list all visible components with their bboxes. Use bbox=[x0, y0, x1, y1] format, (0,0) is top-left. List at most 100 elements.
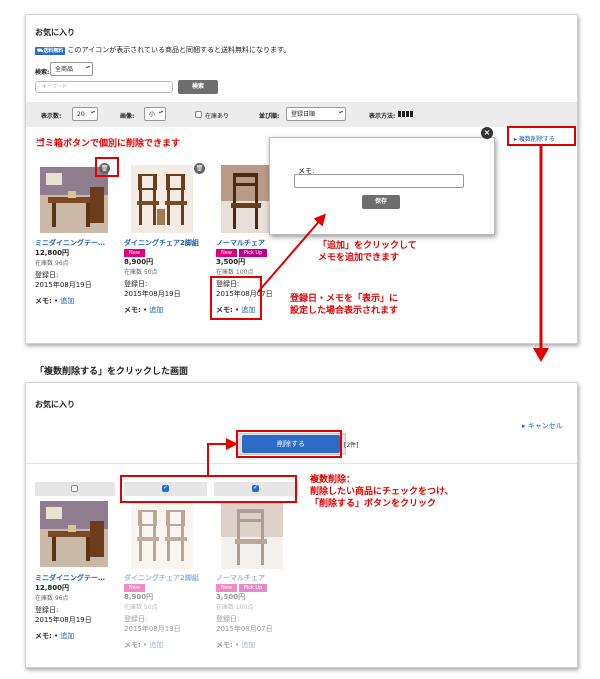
product-photo-normal-chair bbox=[221, 501, 283, 569]
product-price: 3,500円 bbox=[216, 258, 246, 266]
image-size-select[interactable]: 小 bbox=[144, 107, 166, 121]
in-stock-checkbox[interactable] bbox=[195, 111, 202, 118]
shipping-note-row: ⛟送料無料 このアイコンが表示されている商品と同梱すると送料無料になります。 bbox=[35, 45, 290, 55]
product-name[interactable]: ミニダイニングテー… bbox=[35, 573, 115, 583]
search-label: 検索: bbox=[35, 69, 50, 76]
free-shipping-badge: ⛟送料無料 bbox=[35, 47, 66, 55]
product-stock: 在庫数 100点 bbox=[216, 269, 254, 276]
sort-label: 並び順: bbox=[259, 113, 280, 120]
memo-row: メモ: • 追加 bbox=[35, 297, 75, 305]
tag-pick-up: Pick Up bbox=[238, 584, 268, 592]
favorites-panel-bottom: お気に入り ▸ キャンセル 削除する [2件] ✓ ✓ ミニダイニングテー… 1… bbox=[25, 382, 578, 668]
memo-add-link[interactable]: 追加 bbox=[149, 306, 163, 314]
product-photo-dining-chair-pair bbox=[131, 501, 193, 569]
product-price: 3,500円 bbox=[216, 593, 246, 601]
memo-save-button[interactable]: 保存 bbox=[362, 195, 400, 209]
sort-select[interactable]: 登録日順 bbox=[286, 107, 346, 121]
registered-date: 2015年08月19日 bbox=[124, 290, 181, 298]
close-icon: × bbox=[483, 128, 491, 137]
registered-label: 登録日: bbox=[124, 615, 148, 623]
registered-label: 登録日: bbox=[216, 615, 240, 623]
product-stock: 在庫数 100点 bbox=[216, 604, 254, 611]
tag-new: New bbox=[216, 249, 237, 257]
annotation-registered-memo: 登録日・メモを「表示」に 設定した場合表示されます bbox=[290, 294, 399, 316]
tag-new: New bbox=[124, 249, 145, 257]
registered-label: 登録日: bbox=[35, 606, 59, 614]
memo-add-link[interactable]: 追加 bbox=[60, 297, 74, 305]
tag-new: New bbox=[124, 584, 145, 592]
memo-add-link[interactable]: 追加 bbox=[241, 641, 255, 649]
product-image-normal-chair[interactable] bbox=[221, 165, 273, 233]
divider bbox=[26, 463, 577, 464]
product-card: ダイニングチェア2脚組 New 8,900円 在庫数 50点 登録日: 2015… bbox=[124, 238, 206, 315]
product-photo-mini-dining-table bbox=[40, 501, 108, 567]
product-image-chair-pair[interactable] bbox=[131, 165, 193, 233]
registered-date: 2015年08月19日 bbox=[35, 281, 92, 289]
display-count-label: 表示数: bbox=[41, 113, 62, 120]
product-card: ミニダイニングテー… 12,800円 在庫数 96点 登録日: 2015年08月… bbox=[35, 238, 115, 306]
memo-input[interactable] bbox=[294, 174, 464, 188]
checkbox-highlight bbox=[120, 475, 297, 503]
memo-row: メモ: • 追加 bbox=[124, 306, 164, 314]
memo-add-link[interactable]: 追加 bbox=[149, 641, 163, 649]
shipping-note-text: このアイコンが表示されている商品と同梱すると送料無料になります。 bbox=[67, 46, 291, 54]
view-mode-label: 表示方法: bbox=[369, 113, 396, 120]
product-tags: New bbox=[124, 583, 206, 592]
product-name[interactable]: ダイニングチェア2脚組 bbox=[124, 573, 206, 583]
selected-count: [2件] bbox=[344, 442, 359, 449]
memo-popup: メモ: 保存 bbox=[269, 137, 495, 235]
delete-button-highlight bbox=[236, 430, 342, 458]
view-mode-grid-icon[interactable] bbox=[398, 111, 414, 117]
product-photo-normal-chair bbox=[221, 165, 273, 233]
annotation-trash: ゴミ箱ボタンで個別に削除できます bbox=[36, 139, 181, 149]
product-name[interactable]: ノーマルチェア bbox=[216, 238, 296, 248]
product-name[interactable]: ミニダイニングテー… bbox=[35, 238, 115, 248]
registered-label: 登録日: bbox=[124, 280, 148, 288]
page-title: お気に入り bbox=[35, 400, 75, 409]
trash-button[interactable]: 🗑 bbox=[194, 163, 205, 174]
select-cell bbox=[35, 482, 115, 496]
memo-row: メモ: • 追加 bbox=[124, 641, 164, 649]
product-name[interactable]: ノーマルチェア bbox=[216, 573, 296, 583]
cancel-link[interactable]: ▸ キャンセル bbox=[522, 421, 563, 431]
tag-new: New bbox=[216, 584, 237, 592]
product-stock: 在庫数 96点 bbox=[35, 260, 69, 267]
annotation-bulk-delete: 複数削除： 削除したい商品にチェックをつけ、 「削除する」ボタンをクリック bbox=[310, 475, 454, 509]
image-size-label: 画像: bbox=[120, 113, 135, 120]
keyword-input[interactable]: キーワード bbox=[35, 81, 173, 93]
trash-icon: 🗑 bbox=[195, 165, 204, 172]
close-button[interactable]: × bbox=[481, 127, 493, 139]
product-image-table[interactable] bbox=[40, 501, 108, 567]
search-button[interactable]: 検索 bbox=[178, 80, 218, 94]
search-category-select[interactable]: 全商品 bbox=[50, 62, 93, 76]
product-card: ミニダイニングテー… 12,800円 在庫数 96点 登録日: 2015年08月… bbox=[35, 573, 115, 641]
product-name[interactable]: ダイニングチェア2脚組 bbox=[124, 238, 206, 248]
product-image-chair-pair[interactable] bbox=[131, 501, 193, 569]
registered-memo-highlight bbox=[210, 276, 262, 320]
display-toolbar: 表示数: 20 画像: 小 在庫あり 並び順: 登録日順 表示方法: bbox=[26, 102, 577, 127]
memo-row: メモ: • 追加 bbox=[216, 641, 256, 649]
product-photo-dining-chair-pair bbox=[131, 165, 193, 233]
registered-date: 2015年08月07日 bbox=[216, 625, 273, 633]
page-title: お気に入り bbox=[35, 28, 75, 37]
product-tags: New bbox=[124, 248, 206, 257]
product-price: 8,900円 bbox=[124, 593, 154, 601]
product-stock: 在庫数 50点 bbox=[124, 604, 158, 611]
registered-label: 登録日: bbox=[35, 271, 59, 279]
annotation-memo-add: 「追加」をクリックして メモを追加できます bbox=[318, 241, 417, 263]
registered-date: 2015年08月19日 bbox=[35, 616, 92, 624]
product-image-normal-chair[interactable] bbox=[221, 501, 283, 569]
registered-date: 2015年08月19日 bbox=[124, 625, 181, 633]
product-tags: New Pick Up bbox=[216, 248, 296, 257]
product-price: 12,800円 bbox=[35, 584, 70, 592]
product-price: 8,900円 bbox=[124, 258, 154, 266]
display-count-select[interactable]: 20 bbox=[72, 107, 98, 121]
product-card: ダイニングチェア2脚組 New 8,900円 在庫数 50点 登録日: 2015… bbox=[124, 573, 206, 650]
product-stock: 在庫数 50点 bbox=[124, 269, 158, 276]
product-card: ノーマルチェア New Pick Up 3,500円 在庫数 100点 登録日: … bbox=[216, 573, 296, 650]
select-checkbox[interactable] bbox=[71, 485, 78, 492]
trash-highlight bbox=[95, 157, 119, 177]
in-stock-label: 在庫あり bbox=[205, 113, 230, 120]
memo-add-link[interactable]: 追加 bbox=[60, 632, 74, 640]
product-tags: New Pick Up bbox=[216, 583, 296, 592]
